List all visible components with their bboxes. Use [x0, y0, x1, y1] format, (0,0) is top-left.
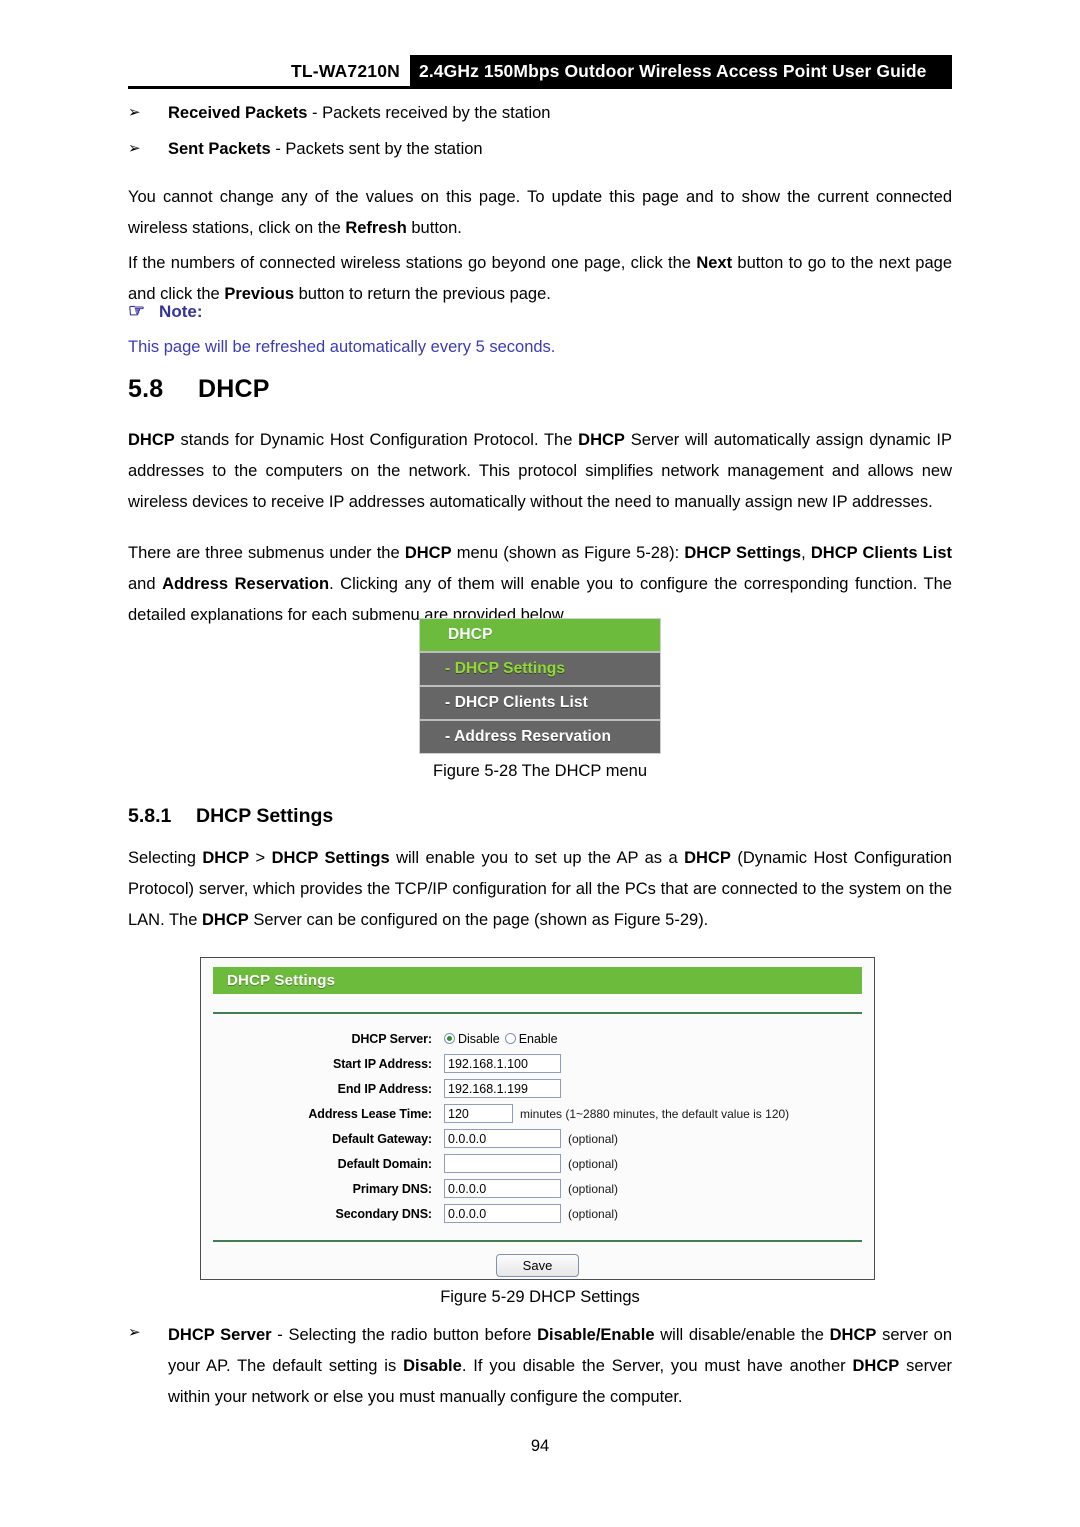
figure-5-29-caption: Figure 5-29 DHCP Settings [440, 1288, 640, 1306]
dhcp-settings-panel-title: DHCP Settings [213, 967, 862, 994]
form-row-default-gateway: Default Gateway: 0.0.0.0 (optional) [201, 1126, 874, 1151]
radio-option-disable[interactable]: Disable [444, 1032, 500, 1046]
bullet-dhcp-server-text: DHCP Server - Selecting the radio button… [168, 1326, 952, 1406]
radio-enable-icon[interactable] [504, 1033, 516, 1044]
address-lease-time-input[interactable]: 120 [444, 1104, 513, 1123]
address-lease-time-hint: minutes (1~2880 minutes, the default val… [520, 1106, 790, 1121]
dhcp-menu-item-label: DHCP Settings [454, 660, 566, 677]
dhcp-menu-item-label: Address Reservation [454, 728, 612, 745]
form-row-start-ip: Start IP Address: 192.168.1.100 [201, 1051, 874, 1076]
field-secondary-dns: 0.0.0.0 (optional) [444, 1204, 618, 1223]
bullet-marker-icon: ➢ [128, 104, 141, 121]
page-number: 94 [530, 1437, 550, 1455]
default-gateway-input[interactable]: 0.0.0.0 [444, 1129, 561, 1148]
dhcp-menu-item-dhcp-settings[interactable]: - DHCP Settings [420, 651, 660, 685]
document-page: TL-WA7210N 2.4GHz 150Mbps Outdoor Wirele… [0, 0, 1080, 1527]
save-button[interactable]: Save [495, 1253, 580, 1277]
dhcp-server-radio-group: Disable Enable [444, 1032, 558, 1046]
dhcp-menu-screenshot: DHCP - DHCP Settings - DHCP Clients List… [419, 618, 661, 754]
dhcp-menu-item-label: DHCP Clients List [454, 694, 588, 711]
dhcp-menu-item-dhcp-clients-list[interactable]: - DHCP Clients List [420, 685, 660, 719]
figure-5-28-caption: Figure 5-28 The DHCP menu [433, 762, 647, 780]
form-row-address-lease-time: Address Lease Time: 120 minutes (1~2880 … [201, 1101, 874, 1126]
primary-dns-input[interactable]: 0.0.0.0 [444, 1179, 561, 1198]
note-heading: ☞ Note: [128, 302, 628, 322]
pointing-hand-icon: ☞ [128, 301, 146, 322]
field-default-gateway: 0.0.0.0 (optional) [444, 1129, 618, 1148]
note-label: Note: [159, 302, 203, 321]
default-domain-input[interactable] [444, 1154, 561, 1173]
dhcp-menu-dash-icon: - [445, 728, 451, 745]
secondary-dns-hint: (optional) [568, 1206, 619, 1221]
secondary-dns-input[interactable]: 0.0.0.0 [444, 1204, 561, 1223]
bullet-received-packets-text: Received Packets - Packets received by t… [168, 100, 952, 126]
paragraph-settings-intro: Selecting DHCP > DHCP Settings will enab… [128, 849, 952, 929]
bullet-marker-icon: ➢ [128, 140, 141, 157]
radio-enable-label: Enable [518, 1031, 558, 1046]
dhcp-menu-item-address-reservation[interactable]: - Address Reservation [420, 719, 660, 753]
form-row-end-ip: End IP Address: 192.168.1.199 [201, 1076, 874, 1101]
heading-5-8-1-number: 5.8.1 [128, 805, 172, 827]
bullet-received-packets-desc: - Packets received by the station [307, 104, 551, 122]
field-end-ip-address: 192.168.1.199 [444, 1079, 561, 1098]
bullet-dhcp-server: ➢ DHCP Server - Selecting the radio butt… [128, 1320, 952, 1413]
field-default-domain: (optional) [444, 1154, 618, 1173]
label-start-ip-address: Start IP Address: [332, 1056, 432, 1071]
primary-dns-hint: (optional) [568, 1181, 619, 1196]
default-domain-hint: (optional) [568, 1156, 619, 1171]
field-primary-dns: 0.0.0.0 (optional) [444, 1179, 618, 1198]
dhcp-menu-dash-icon: - [445, 694, 451, 711]
paragraph-dhcp-intro: DHCP stands for Dynamic Host Configurati… [128, 431, 952, 511]
running-header: TL-WA7210N 2.4GHz 150Mbps Outdoor Wirele… [128, 55, 952, 87]
default-gateway-hint: (optional) [568, 1131, 619, 1146]
bullet-marker-icon: ➢ [128, 1324, 141, 1341]
label-default-domain: Default Domain: [337, 1156, 432, 1171]
bullet-sent-packets: ➢ Sent Packets - Packets sent by the sta… [128, 136, 952, 162]
bullet-sent-packets-desc: - Packets sent by the station [270, 140, 483, 158]
field-dhcp-server: Disable Enable [444, 1032, 558, 1046]
label-end-ip-address: End IP Address: [337, 1081, 432, 1096]
heading-5-8: 5.8 DHCP [128, 375, 952, 404]
bullet-sent-packets-term: Sent Packets [168, 140, 271, 158]
start-ip-address-input[interactable]: 192.168.1.100 [444, 1054, 561, 1073]
end-ip-address-input[interactable]: 192.168.1.199 [444, 1079, 561, 1098]
radio-disable-label: Disable [458, 1031, 500, 1046]
field-address-lease-time: 120 minutes (1~2880 minutes, the default… [444, 1104, 789, 1123]
bullet-sent-packets-text: Sent Packets - Packets sent by the stati… [168, 136, 952, 162]
bullet-received-packets-term: Received Packets [168, 104, 308, 122]
label-address-lease-time: Address Lease Time: [308, 1106, 432, 1121]
dhcp-settings-form: DHCP Server: Disable Enable Start IP Add… [201, 1014, 874, 1226]
dhcp-settings-screenshot: DHCP Settings DHCP Server: Disable Enabl… [200, 957, 875, 1280]
heading-5-8-title: DHCP [198, 375, 270, 403]
heading-5-8-number: 5.8 [128, 375, 164, 403]
heading-5-8-1: 5.8.1 DHCP Settings [128, 805, 952, 828]
save-button-area: Save [201, 1242, 874, 1288]
radio-disable-icon[interactable] [444, 1033, 455, 1044]
header-model-name: TL-WA7210N [128, 55, 410, 87]
label-secondary-dns: Secondary DNS: [335, 1206, 432, 1221]
form-row-default-domain: Default Domain: (optional) [201, 1151, 874, 1176]
form-row-secondary-dns: Secondary DNS: 0.0.0.0 (optional) [201, 1201, 874, 1226]
label-primary-dns: Primary DNS: [352, 1181, 432, 1196]
header-rule [128, 86, 952, 89]
paragraph-refresh: You cannot change any of the values on t… [128, 188, 952, 237]
label-default-gateway: Default Gateway: [332, 1131, 432, 1146]
label-dhcp-server: DHCP Server: [351, 1031, 432, 1046]
field-start-ip-address: 192.168.1.100 [444, 1054, 561, 1073]
radio-option-enable[interactable]: Enable [504, 1031, 558, 1046]
bullet-received-packets: ➢ Received Packets - Packets received by… [128, 100, 952, 126]
header-document-title: 2.4GHz 150Mbps Outdoor Wireless Access P… [410, 55, 952, 87]
dhcp-menu-dash-icon: - [445, 660, 451, 677]
paragraph-pagination: If the numbers of connected wireless sta… [128, 254, 953, 303]
heading-5-8-1-title: DHCP Settings [196, 805, 334, 827]
form-row-dhcp-server: DHCP Server: Disable Enable [201, 1026, 874, 1051]
form-row-primary-dns: Primary DNS: 0.0.0.0 (optional) [201, 1176, 874, 1201]
dhcp-menu-header: DHCP [420, 619, 660, 651]
note-text: This page will be refreshed automaticall… [128, 338, 556, 356]
